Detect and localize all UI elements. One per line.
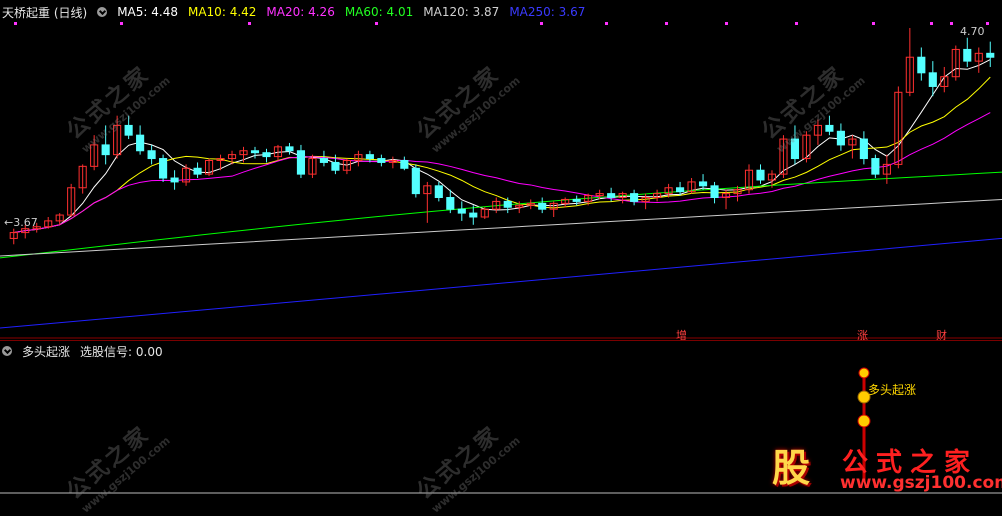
top-marker-dot — [665, 22, 668, 25]
ma5-legend: MA5: 4.48 — [117, 5, 178, 19]
candle-down — [159, 158, 168, 179]
candle-down — [676, 187, 685, 193]
candle-down — [377, 158, 386, 163]
candle-down — [503, 200, 512, 208]
candle-down — [319, 158, 328, 163]
top-marker-dot — [872, 22, 875, 25]
ma250-value: 3.67 — [558, 5, 586, 19]
ma-toggle-icon[interactable] — [97, 7, 108, 17]
ma120-value: 3.87 — [472, 5, 500, 19]
candle-down — [446, 197, 455, 210]
candle-down — [469, 212, 478, 218]
candle-down — [607, 193, 616, 199]
main-chart-panel[interactable]: 天桥起重 (日线) MA5: 4.48 MA10: 4.42 MA20: 4.2… — [0, 0, 1002, 342]
candle-down — [928, 72, 937, 87]
ma20-value: 4.26 — [308, 5, 335, 19]
candle-down — [963, 48, 972, 62]
candle-down — [917, 56, 926, 74]
candle-down — [859, 138, 868, 160]
candle-down — [836, 130, 845, 146]
candle-down — [365, 154, 374, 160]
ma250-line — [0, 237, 1002, 329]
top-marker-dot — [795, 22, 798, 25]
top-marker-dot — [725, 22, 728, 25]
signal-arrow-icon — [857, 414, 871, 428]
candle-down — [296, 150, 306, 175]
ma60-line — [0, 171, 1002, 259]
candle-down — [411, 167, 420, 195]
low-price-label: ←3.67 — [4, 216, 38, 229]
candle-down — [572, 198, 581, 202]
candle-down — [434, 185, 443, 199]
candlestick-chart[interactable] — [0, 0, 1002, 340]
candle-down — [400, 159, 409, 169]
ma60-value: 4.01 — [386, 5, 414, 19]
candle-down — [986, 52, 995, 58]
top-marker-dot — [986, 22, 989, 25]
top-marker-dot — [605, 22, 608, 25]
brand-url: www.gszj100.com — [840, 473, 1002, 493]
candle-down — [101, 144, 110, 156]
candle-down — [331, 161, 340, 171]
candle-down — [124, 124, 133, 136]
candle-down — [170, 177, 179, 183]
signal-annotation: 多头起涨 — [868, 383, 917, 397]
top-marker-dot — [950, 22, 953, 25]
main-chart-header: 天桥起重 (日线) MA5: 4.48 MA10: 4.42 MA20: 4.2… — [0, 0, 585, 24]
candle-down — [136, 134, 145, 152]
ma10-value: 4.42 — [229, 5, 257, 19]
ma60-legend: MA60: 4.01 — [344, 5, 414, 19]
candle-down — [756, 169, 765, 181]
high-price-label: 4.70 — [960, 25, 985, 38]
ma5-value: 4.48 — [151, 5, 178, 19]
candle-down — [825, 124, 834, 132]
candle-down — [193, 167, 202, 175]
candle-down — [630, 193, 639, 202]
candle-down — [538, 202, 547, 210]
candle-down — [250, 150, 260, 154]
candle-down — [262, 152, 271, 158]
brand-logo-block: 股 公式之家 www.gszj100.com — [760, 440, 1002, 496]
candle-down — [698, 181, 708, 187]
ma20-legend: MA20: 4.26 — [266, 5, 335, 19]
ma10-legend: MA10: 4.42 — [187, 5, 257, 19]
candle-down — [871, 158, 880, 175]
top-marker-dot — [930, 22, 933, 25]
signal-coin-icon — [858, 367, 870, 379]
ma250-legend: MA250: 3.67 — [509, 5, 586, 19]
candle-down — [285, 146, 294, 152]
ma120-legend: MA120: 3.87 — [423, 5, 500, 19]
brand-logo-icon: 股 — [771, 446, 810, 490]
ma120-line — [0, 198, 1002, 257]
candle-down — [457, 208, 466, 214]
candle-down — [147, 150, 156, 160]
stock-name[interactable]: 天桥起重 (日线) — [2, 4, 87, 21]
candle-down — [710, 185, 719, 199]
